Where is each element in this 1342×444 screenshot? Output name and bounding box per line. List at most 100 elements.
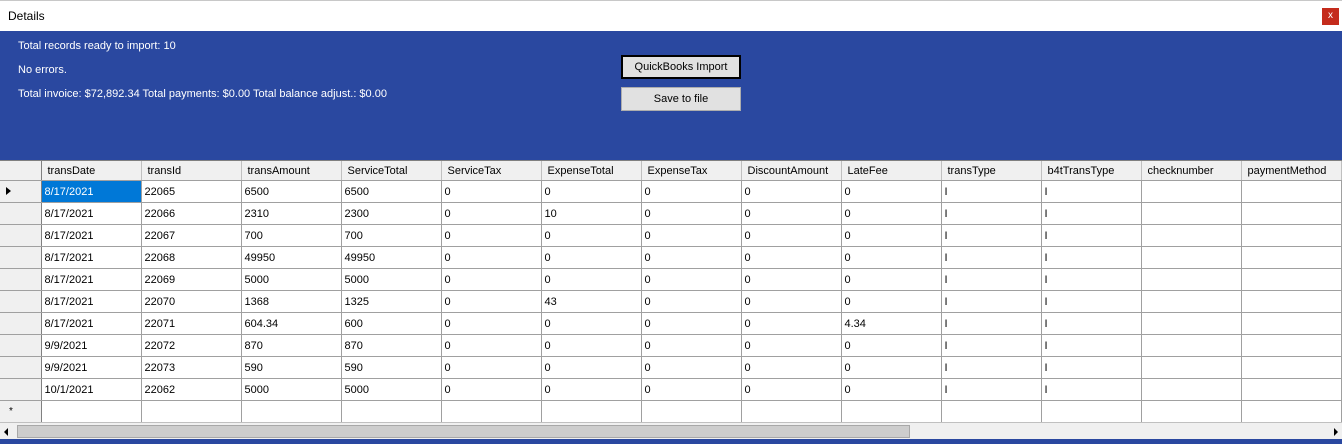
new-row-cell[interactable] <box>941 400 1042 423</box>
cell-discountamount[interactable]: 0 <box>741 246 842 269</box>
cell-servicetotal[interactable]: 6500 <box>341 180 442 203</box>
cell-expensetax[interactable]: 0 <box>641 356 742 379</box>
row-header[interactable] <box>0 312 42 335</box>
cell-latefee[interactable]: 0 <box>841 224 942 247</box>
cell-latefee[interactable]: 0 <box>841 202 942 225</box>
close-button[interactable]: x <box>1322 8 1339 25</box>
cell-transid[interactable]: 22070 <box>141 290 242 313</box>
cell-checknumber[interactable] <box>1141 312 1242 335</box>
cell-paymentmethod[interactable] <box>1241 290 1342 313</box>
new-row-cell[interactable] <box>241 400 342 423</box>
cell-servicetotal[interactable]: 2300 <box>341 202 442 225</box>
cell-servicetax[interactable]: 0 <box>441 180 542 203</box>
table-row[interactable]: 9/9/2021 22073 590 590 0 0 0 0 0 I I <box>0 356 1342 379</box>
column-header-paymentmethod[interactable]: paymentMethod <box>1241 161 1342 181</box>
new-row-cell[interactable] <box>641 400 742 423</box>
cell-transdate[interactable]: 8/17/2021 <box>41 180 142 203</box>
new-row-cell[interactable] <box>1141 400 1242 423</box>
table-row[interactable]: 8/17/2021 22069 5000 5000 0 0 0 0 0 I I <box>0 268 1342 291</box>
cell-expensetax[interactable]: 0 <box>641 224 742 247</box>
cell-servicetotal[interactable]: 5000 <box>341 268 442 291</box>
cell-transtype[interactable]: I <box>941 224 1042 247</box>
cell-b4ttranstype[interactable]: I <box>1041 378 1142 401</box>
cell-latefee[interactable]: 0 <box>841 378 942 401</box>
cell-servicetax[interactable]: 0 <box>441 312 542 335</box>
column-header-servicetax[interactable]: ServiceTax <box>441 161 542 181</box>
cell-b4ttranstype[interactable]: I <box>1041 356 1142 379</box>
cell-expensetax[interactable]: 0 <box>641 202 742 225</box>
cell-checknumber[interactable] <box>1141 378 1242 401</box>
cell-transid[interactable]: 22066 <box>141 202 242 225</box>
cell-transtype[interactable]: I <box>941 334 1042 357</box>
cell-checknumber[interactable] <box>1141 202 1242 225</box>
cell-checknumber[interactable] <box>1141 268 1242 291</box>
cell-transdate[interactable]: 8/17/2021 <box>41 246 142 269</box>
cell-b4ttranstype[interactable]: I <box>1041 202 1142 225</box>
horizontal-scrollbar[interactable] <box>0 422 1342 440</box>
cell-paymentmethod[interactable] <box>1241 202 1342 225</box>
cell-transamount[interactable]: 49950 <box>241 246 342 269</box>
cell-discountamount[interactable]: 0 <box>741 224 842 247</box>
cell-checknumber[interactable] <box>1141 290 1242 313</box>
cell-transamount[interactable]: 604.34 <box>241 312 342 335</box>
cell-transamount[interactable]: 5000 <box>241 268 342 291</box>
cell-paymentmethod[interactable] <box>1241 246 1342 269</box>
cell-transdate[interactable]: 8/17/2021 <box>41 268 142 291</box>
cell-expensetax[interactable]: 0 <box>641 246 742 269</box>
cell-discountamount[interactable]: 0 <box>741 334 842 357</box>
cell-transamount[interactable]: 700 <box>241 224 342 247</box>
cell-discountamount[interactable]: 0 <box>741 312 842 335</box>
save-to-file-button[interactable]: Save to file <box>621 87 741 111</box>
column-header-expensetotal[interactable]: ExpenseTotal <box>541 161 642 181</box>
cell-expensetotal[interactable]: 0 <box>541 334 642 357</box>
table-row[interactable]: 8/17/2021 22065 6500 6500 0 0 0 0 0 I I <box>0 180 1342 203</box>
cell-transdate[interactable]: 10/1/2021 <box>41 378 142 401</box>
cell-servicetax[interactable]: 0 <box>441 224 542 247</box>
cell-transamount[interactable]: 870 <box>241 334 342 357</box>
table-row[interactable]: 8/17/2021 22070 1368 1325 0 43 0 0 0 I I <box>0 290 1342 313</box>
column-header-transamount[interactable]: transAmount <box>241 161 342 181</box>
cell-expensetotal[interactable]: 0 <box>541 312 642 335</box>
cell-expensetotal[interactable]: 0 <box>541 224 642 247</box>
cell-transamount[interactable]: 2310 <box>241 202 342 225</box>
cell-expensetotal[interactable]: 10 <box>541 202 642 225</box>
table-row[interactable]: 8/17/2021 22067 700 700 0 0 0 0 0 I I <box>0 224 1342 247</box>
cell-latefee[interactable]: 0 <box>841 180 942 203</box>
column-header-latefee[interactable]: LateFee <box>841 161 942 181</box>
new-row-cell[interactable] <box>41 400 142 423</box>
cell-discountamount[interactable]: 0 <box>741 202 842 225</box>
column-header-servicetotal[interactable]: ServiceTotal <box>341 161 442 181</box>
cell-checknumber[interactable] <box>1141 180 1242 203</box>
cell-servicetax[interactable]: 0 <box>441 334 542 357</box>
scroll-left-icon[interactable] <box>4 428 8 436</box>
cell-latefee[interactable]: 0 <box>841 268 942 291</box>
cell-paymentmethod[interactable] <box>1241 224 1342 247</box>
cell-servicetotal[interactable]: 590 <box>341 356 442 379</box>
table-row[interactable]: 9/9/2021 22072 870 870 0 0 0 0 0 I I <box>0 334 1342 357</box>
cell-discountamount[interactable]: 0 <box>741 378 842 401</box>
cell-servicetotal[interactable]: 600 <box>341 312 442 335</box>
cell-servicetax[interactable]: 0 <box>441 356 542 379</box>
cell-transdate[interactable]: 9/9/2021 <box>41 356 142 379</box>
cell-paymentmethod[interactable] <box>1241 268 1342 291</box>
cell-expensetax[interactable]: 0 <box>641 312 742 335</box>
cell-transid[interactable]: 22071 <box>141 312 242 335</box>
cell-servicetotal[interactable]: 870 <box>341 334 442 357</box>
row-header[interactable] <box>0 334 42 357</box>
cell-discountamount[interactable]: 0 <box>741 356 842 379</box>
cell-expensetax[interactable]: 0 <box>641 268 742 291</box>
cell-transamount[interactable]: 1368 <box>241 290 342 313</box>
cell-transdate[interactable]: 8/17/2021 <box>41 290 142 313</box>
cell-transdate[interactable]: 9/9/2021 <box>41 334 142 357</box>
row-header[interactable] <box>0 268 42 291</box>
cell-paymentmethod[interactable] <box>1241 180 1342 203</box>
cell-expensetotal[interactable]: 0 <box>541 356 642 379</box>
cell-latefee[interactable]: 4.34 <box>841 312 942 335</box>
cell-expensetotal[interactable]: 0 <box>541 378 642 401</box>
column-header-b4ttranstype[interactable]: b4tTransType <box>1041 161 1142 181</box>
cell-expensetax[interactable]: 0 <box>641 180 742 203</box>
new-row-cell[interactable] <box>1241 400 1342 423</box>
cell-latefee[interactable]: 0 <box>841 356 942 379</box>
cell-expensetotal[interactable]: 0 <box>541 268 642 291</box>
column-header-transid[interactable]: transId <box>141 161 242 181</box>
